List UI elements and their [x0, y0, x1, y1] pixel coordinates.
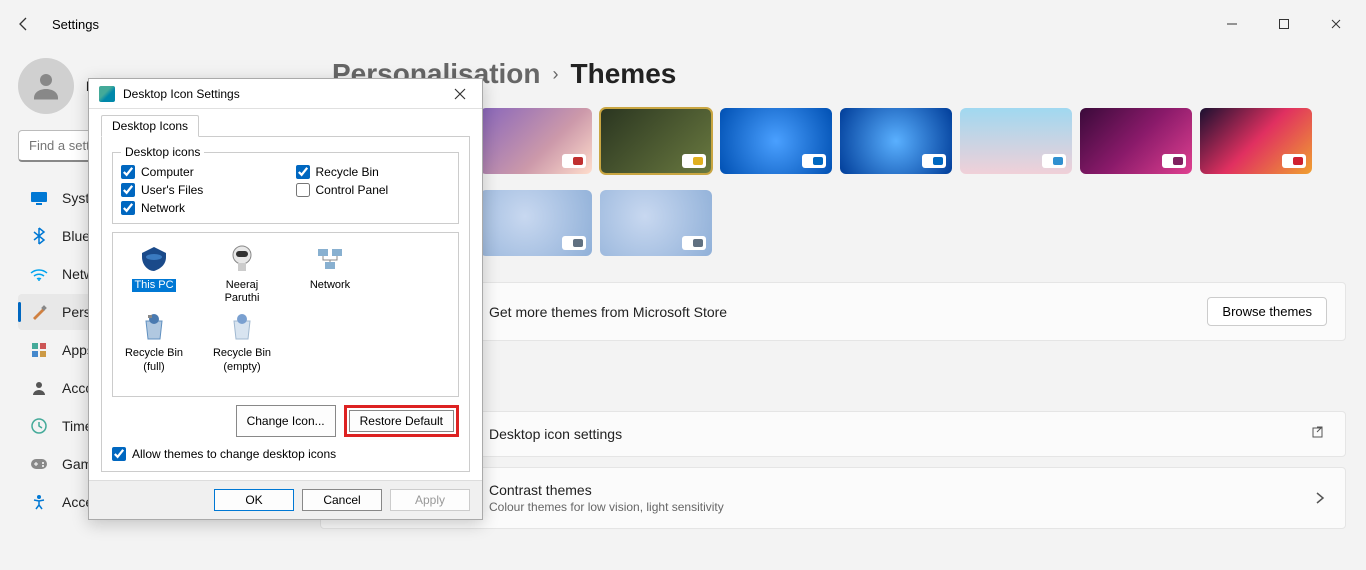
- icon-label: This PC: [132, 279, 175, 292]
- theme-accent-swatch: [682, 236, 706, 250]
- window-title: Settings: [52, 17, 99, 32]
- close-button[interactable]: [1314, 9, 1358, 39]
- open-icon: [1311, 426, 1327, 442]
- theme-card[interactable]: [600, 108, 712, 174]
- theme-card[interactable]: [720, 108, 832, 174]
- avatar[interactable]: [18, 58, 74, 114]
- theme-card[interactable]: [480, 108, 592, 174]
- contrast-title: Contrast themes: [489, 482, 724, 498]
- desktop-icon: [226, 311, 258, 343]
- system-icon: [30, 189, 48, 207]
- icon-item[interactable]: Recycle Bin (empty): [207, 311, 277, 373]
- allow-themes-checkbox[interactable]: Allow themes to change desktop icons: [112, 447, 459, 461]
- browse-themes-button[interactable]: Browse themes: [1207, 297, 1327, 326]
- desktop-icon: [314, 243, 346, 275]
- tab-desktop-icons[interactable]: Desktop Icons: [101, 115, 199, 137]
- theme-accent-swatch: [562, 236, 586, 250]
- icon-preview-box: This PC Neeraj Paruthi Network Recycle Bin …: [112, 232, 459, 397]
- theme-card[interactable]: [480, 190, 592, 256]
- desktop-icon: [138, 311, 170, 343]
- back-button[interactable]: [8, 8, 40, 40]
- cancel-button[interactable]: Cancel: [302, 489, 382, 511]
- check-control-panel[interactable]: Control Panel: [296, 183, 451, 197]
- contrast-sub: Colour themes for low vision, light sens…: [489, 500, 724, 514]
- theme-accent-swatch: [1162, 154, 1186, 168]
- check-network[interactable]: Network: [121, 201, 276, 215]
- ok-button[interactable]: OK: [214, 489, 294, 511]
- theme-accent-swatch: [802, 154, 826, 168]
- check-users-files[interactable]: User's Files: [121, 183, 276, 197]
- dialog-icon: [99, 86, 115, 102]
- accessibility-icon: [30, 493, 48, 511]
- icon-label: Neeraj Paruthi: [207, 279, 277, 305]
- themes-store-label: Get more themes from Microsoft Store: [489, 304, 727, 320]
- theme-card[interactable]: [840, 108, 952, 174]
- theme-accent-swatch: [562, 154, 586, 168]
- time-icon: [30, 417, 48, 435]
- icon-item[interactable]: This PC: [119, 243, 189, 305]
- check-computer[interactable]: Computer: [121, 165, 276, 179]
- desktop-icon: [226, 243, 258, 275]
- desktop-icons-group-label: Desktop icons: [121, 145, 204, 159]
- theme-card[interactable]: [1080, 108, 1192, 174]
- change-icon-button[interactable]: Change Icon...: [236, 405, 336, 437]
- breadcrumb-leaf: Themes: [571, 58, 677, 90]
- theme-accent-swatch: [1282, 154, 1306, 168]
- dialog-title: Desktop Icon Settings: [123, 87, 240, 101]
- accounts-icon: [30, 379, 48, 397]
- maximize-button[interactable]: [1262, 9, 1306, 39]
- desktop-icon: [138, 243, 170, 275]
- breadcrumb: Personalisation › Themes: [332, 58, 1346, 90]
- apply-button[interactable]: Apply: [390, 489, 470, 511]
- icon-label: Network: [310, 279, 350, 292]
- chevron-right-icon: ›: [553, 64, 559, 85]
- theme-accent-swatch: [922, 154, 946, 168]
- bluetooth-icon: [30, 227, 48, 245]
- theme-card[interactable]: [600, 190, 712, 256]
- icon-label: Recycle Bin (full): [119, 347, 189, 373]
- theme-card[interactable]: [1200, 108, 1312, 174]
- theme-accent-swatch: [682, 154, 706, 168]
- desktop-icon-settings-label: Desktop icon settings: [489, 426, 622, 442]
- minimize-button[interactable]: [1210, 9, 1254, 39]
- icon-item[interactable]: Recycle Bin (full): [119, 311, 189, 373]
- chevron-right-icon: [1313, 491, 1327, 505]
- theme-accent-swatch: [1042, 154, 1066, 168]
- desktop-icon-settings-dialog: Desktop Icon Settings Desktop Icons Desk…: [88, 78, 483, 520]
- check-recycle-bin[interactable]: Recycle Bin: [296, 165, 451, 179]
- icon-label: Recycle Bin (empty): [207, 347, 277, 373]
- theme-card[interactable]: [960, 108, 1072, 174]
- network-icon: [30, 265, 48, 283]
- icon-item[interactable]: Neeraj Paruthi: [207, 243, 277, 305]
- dialog-close-button[interactable]: [444, 82, 476, 106]
- icon-item[interactable]: Network: [295, 243, 365, 305]
- personalisation-icon: [30, 303, 48, 321]
- apps-icon: [30, 341, 48, 359]
- gaming-icon: [30, 455, 48, 473]
- restore-default-button[interactable]: Restore Default: [349, 410, 454, 432]
